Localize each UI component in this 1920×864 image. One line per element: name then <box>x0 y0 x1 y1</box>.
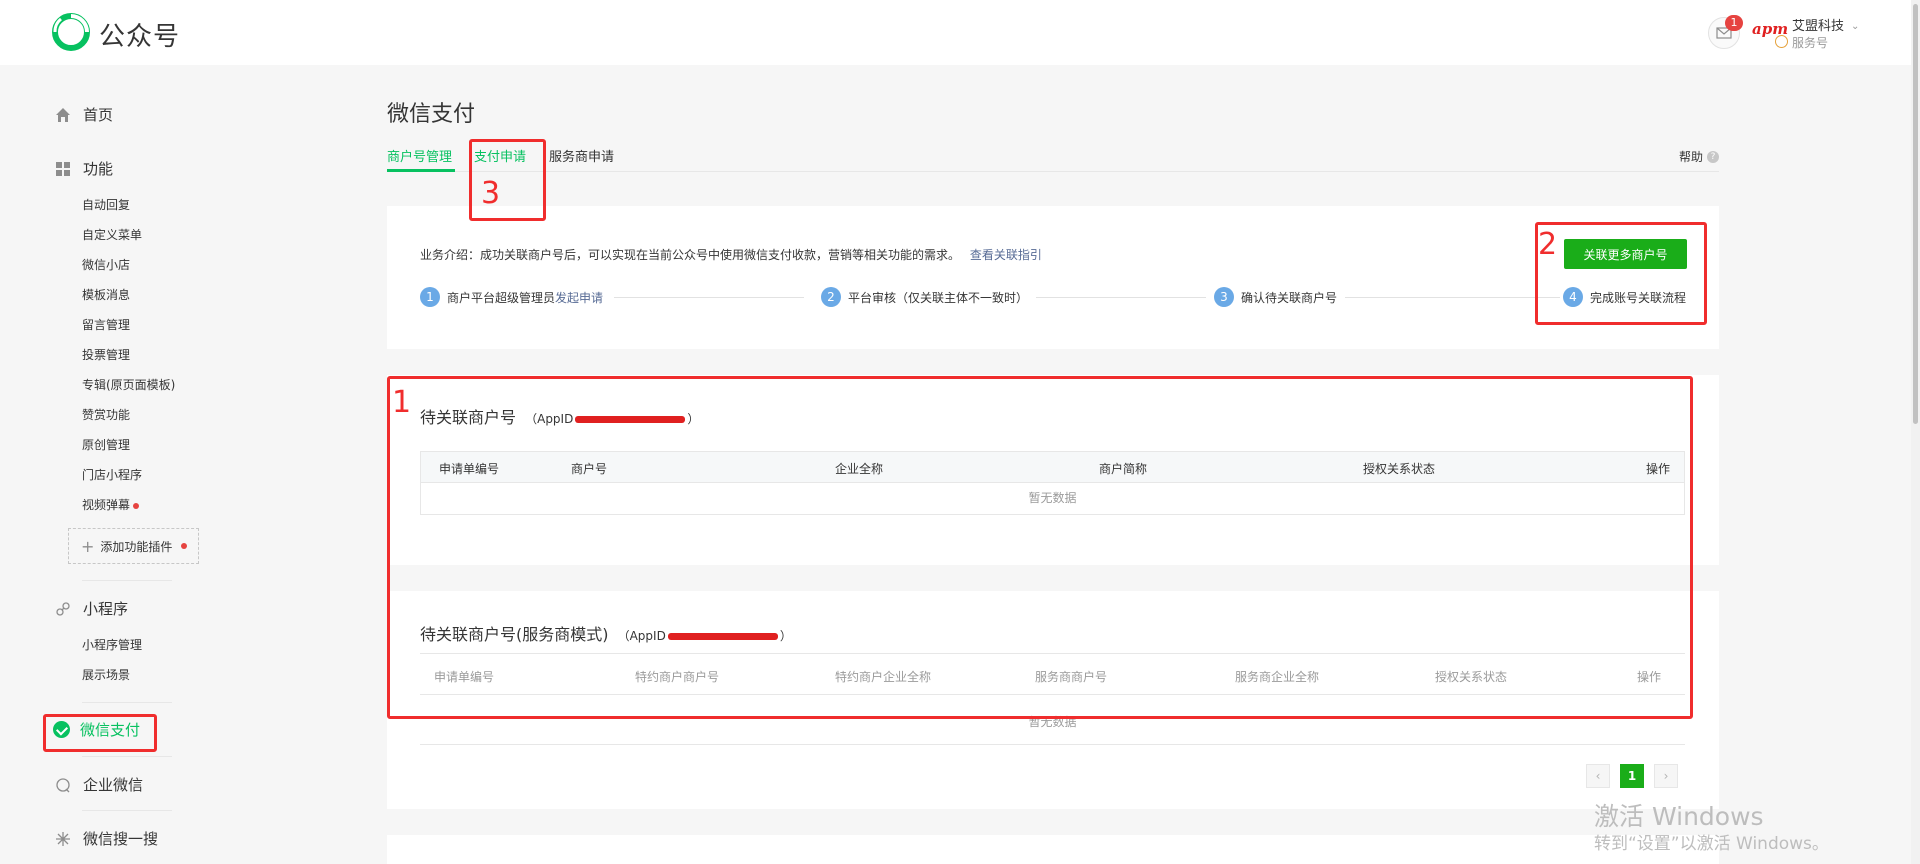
annotation-box-1 <box>387 376 1693 719</box>
home-icon <box>53 105 73 125</box>
sidebar-item-auto-reply[interactable]: 自动回复 <box>82 196 130 213</box>
top-bar: 公众号 1 apm 艾盟科技 服务号 ⌄ <box>0 0 1920 65</box>
sidebar-item-label: 首页 <box>83 106 114 124</box>
step-2: 2 平台审核（仅关联主体不一致时） <box>821 287 1028 307</box>
sidebar-item-label: 视频弹幕 <box>82 498 131 512</box>
new-dot <box>181 543 188 549</box>
sidebar-item-label: 企业微信 <box>83 776 144 794</box>
activation-watermark-subtitle: 转到“设置”以激活 Windows。 <box>1594 834 1829 854</box>
sidebar-item-miniprogram-manage[interactable]: 小程序管理 <box>82 636 142 653</box>
sidebar-divider <box>82 810 172 811</box>
sidebar-item-comments[interactable]: 留言管理 <box>82 316 130 333</box>
next-card <box>387 835 1719 864</box>
help-label: 帮助 <box>1679 150 1704 164</box>
active-tab-indicator <box>387 169 455 172</box>
sidebar-item-label: 小程序 <box>83 600 129 618</box>
page-title: 微信支付 <box>387 102 476 127</box>
annotation-box-2 <box>1535 222 1707 325</box>
sidebar-item-label: 微信搜一搜 <box>83 830 159 848</box>
pagination-prev-button[interactable]: ‹ <box>1586 764 1610 788</box>
pagination-current-page[interactable]: 1 <box>1620 764 1644 788</box>
tabs-divider <box>387 171 1719 172</box>
sidebar-item-template-message[interactable]: 模板消息 <box>82 286 130 303</box>
question-icon: ? <box>1707 150 1720 163</box>
add-plugin-button[interactable]: + 添加功能插件 <box>68 528 199 564</box>
sidebar-item-voting[interactable]: 投票管理 <box>82 346 130 363</box>
sidebar-item-wechat-store[interactable]: 微信小店 <box>82 256 130 273</box>
plus-icon: + <box>81 536 95 556</box>
sidebar-item-home[interactable]: 首页 <box>53 104 113 125</box>
sidebar-item-original[interactable]: 原创管理 <box>82 436 130 453</box>
help-link[interactable]: 帮助 ? <box>1679 148 1720 165</box>
annotation-number-1: 1 <box>392 385 412 420</box>
sidebar-divider <box>82 580 172 581</box>
intro-guide-link[interactable]: 查看关联指引 <box>970 248 1042 262</box>
intro-description: 业务介绍：成功关联商户号后，可以实现在当前公众号中使用微信支付收款，营销等相关功… <box>420 248 961 262</box>
step-connector <box>614 297 804 298</box>
grid-icon <box>53 159 73 179</box>
sidebar-item-display-scene[interactable]: 展示场景 <box>82 666 130 683</box>
annotation-box-sidebar <box>43 714 157 752</box>
new-dot <box>133 502 140 509</box>
link-icon <box>53 599 73 619</box>
table-divider <box>420 744 1685 745</box>
sidebar-section-miniprogram[interactable]: 小程序 <box>53 598 128 619</box>
wechat-mp-logo-icon[interactable] <box>52 13 90 51</box>
intro-text: 业务介绍：成功关联商户号后，可以实现在当前公众号中使用微信支付收款，营销等相关功… <box>420 246 1042 263</box>
sidebar-item-custom-menu[interactable]: 自定义菜单 <box>82 226 142 243</box>
message-badge: 1 <box>1725 15 1743 31</box>
verified-icon <box>1775 35 1788 48</box>
step-number: 3 <box>1214 287 1234 307</box>
step-3: 3 确认待关联商户号 <box>1214 287 1337 307</box>
tab-service-provider-application[interactable]: 服务商申请 <box>549 146 614 165</box>
step-number: 2 <box>821 287 841 307</box>
sidebar-item-search[interactable]: 微信搜一搜 <box>53 828 158 849</box>
step-connector <box>1036 297 1206 298</box>
chevron-down-icon[interactable]: ⌄ <box>1851 21 1859 32</box>
step-1: 1 商户平台超级管理员发起申请 <box>420 287 603 307</box>
chat-bubble-icon <box>53 775 73 795</box>
sidebar-item-video-danmaku[interactable]: 视频弹幕 <box>82 496 140 513</box>
pagination-next-button[interactable]: › <box>1654 764 1678 788</box>
sidebar-item-store-miniprogram[interactable]: 门店小程序 <box>82 466 142 483</box>
step-text: 确认待关联商户号 <box>1241 290 1338 305</box>
sidebar-item-album[interactable]: 专辑(原页面模板) <box>82 376 175 393</box>
step-apply-link[interactable]: 发起申请 <box>555 291 603 305</box>
sidebar-section-functions[interactable]: 功能 <box>53 158 113 179</box>
brand-title[interactable]: 公众号 <box>99 16 180 53</box>
sidebar-item-label: 功能 <box>83 160 114 178</box>
step-text: 商户平台超级管理员 <box>447 290 556 305</box>
add-plugin-label: 添加功能插件 <box>100 539 173 554</box>
account-type: 服务号 <box>1792 36 1829 50</box>
tab-merchant-management[interactable]: 商户号管理 <box>387 146 452 165</box>
step-number: 1 <box>420 287 440 307</box>
intro-card <box>387 206 1719 349</box>
sparkle-icon <box>53 829 73 849</box>
sidebar-item-reward[interactable]: 赞赏功能 <box>82 406 130 423</box>
scrollbar-thumb[interactable] <box>1913 4 1918 424</box>
annotation-number-2: 2 <box>1538 227 1558 262</box>
sidebar-divider <box>82 756 172 757</box>
step-text: 平台审核（仅关联主体不一致时） <box>848 290 1029 305</box>
sidebar-divider <box>82 702 172 703</box>
sidebar-item-enterprise-wechat[interactable]: 企业微信 <box>53 774 143 795</box>
annotation-number-3: 3 <box>481 176 501 211</box>
step-connector <box>1345 297 1560 298</box>
account-name[interactable]: 艾盟科技 <box>1792 15 1844 34</box>
activation-watermark-title: 激活 Windows <box>1594 802 1764 831</box>
